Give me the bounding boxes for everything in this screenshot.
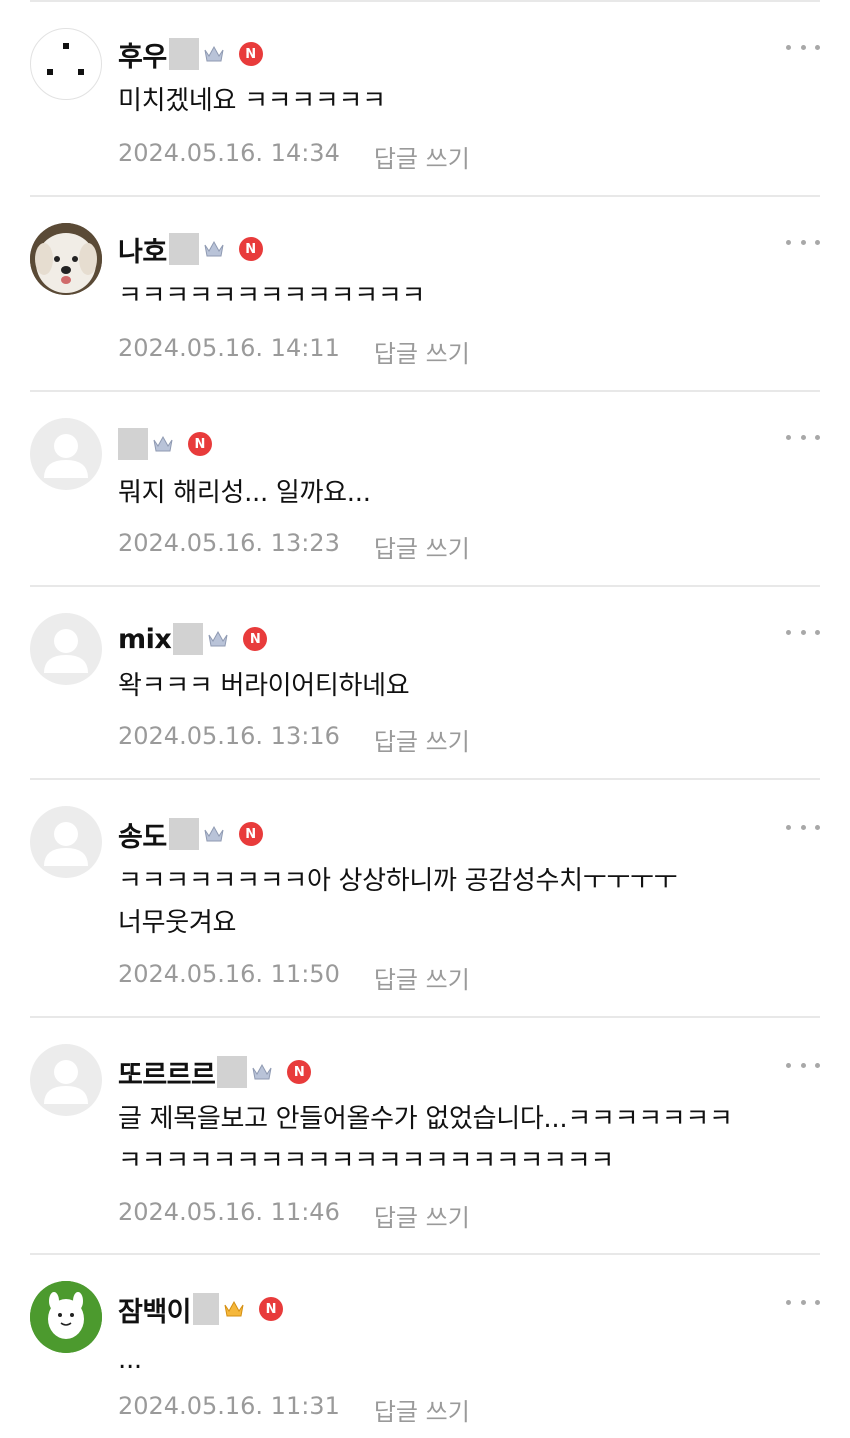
comment-item: 후우 N 미치겠네요 ㅋㅋㅋㅋㅋㅋ 2024.05.16. 14:34 답글 쓰…: [30, 0, 820, 197]
crown-icon: [208, 630, 228, 647]
more-options-button[interactable]: [786, 432, 820, 442]
comment-header: 잠백이 N: [118, 1290, 284, 1329]
blurred-nickname: [173, 623, 204, 655]
comment-header: mix N: [118, 621, 268, 657]
avatar[interactable]: [30, 28, 102, 100]
new-badge: N: [238, 237, 263, 261]
comment-meta: 2024.05.16. 13:23 답글 쓰기: [118, 529, 470, 564]
comment-meta: 2024.05.16. 14:11 답글 쓰기: [118, 334, 470, 369]
new-badge: N: [188, 432, 212, 456]
nickname[interactable]: mix: [118, 624, 172, 655]
comment-item: 또르르르 N 글 제목을보고 안들어올수가 없었습니다...ㅋㅋㅋㅋㅋㅋㅋ ㅋㅋ…: [30, 1016, 820, 1255]
new-badge: N: [238, 822, 263, 846]
avatar[interactable]: [30, 613, 102, 685]
comment-date: 2024.05.16. 13:23: [118, 529, 340, 557]
crown-icon: [204, 240, 224, 257]
dog-avatar-icon: [30, 223, 102, 295]
comment-item: mix N 왁ㅋㅋㅋ 버라이어티하네요 2024.05.16. 13:16 답글…: [30, 585, 820, 780]
comment-date: 2024.05.16. 13:16: [118, 722, 340, 750]
comment-header: 나호 N: [118, 230, 263, 269]
comment-text: 글 제목을보고 안들어올수가 없었습니다...ㅋㅋㅋㅋㅋㅋㅋ ㅋㅋㅋㅋㅋㅋㅋㅋㅋ…: [118, 1104, 733, 1176]
new-badge: N: [287, 1060, 312, 1084]
comment-header: 후우 N: [118, 35, 263, 74]
comment-list: 후우 N 미치겠네요 ㅋㅋㅋㅋㅋㅋ 2024.05.16. 14:34 답글 쓰…: [0, 0, 850, 1436]
default-profile-icon: [44, 1060, 88, 1104]
three-dots-avatar-icon: [47, 43, 84, 75]
nickname[interactable]: 잠백이: [118, 1290, 192, 1329]
comment-date: 2024.05.16. 11:46: [118, 1198, 340, 1226]
crown-icon: [204, 825, 224, 842]
comment-meta: 2024.05.16. 11:46 답글 쓰기: [118, 1198, 470, 1233]
comment-text: ...: [118, 1345, 142, 1375]
comment-text: ㅋㅋㅋㅋㅋㅋㅋㅋ아 상상하니까 공감성수치ㅜㅜㅜㅜ 너무웃겨요: [118, 866, 678, 938]
comment-meta: 2024.05.16. 11:31 답글 쓰기: [118, 1392, 470, 1427]
comment-text: 미치겠네요 ㅋㅋㅋㅋㅋㅋ: [118, 86, 386, 116]
more-options-button[interactable]: [786, 42, 820, 52]
more-options-button[interactable]: [786, 627, 820, 637]
more-options-button[interactable]: [786, 1060, 820, 1070]
comment-item: 송도 N ㅋㅋㅋㅋㅋㅋㅋㅋ아 상상하니까 공감성수치ㅜㅜㅜㅜ 너무웃겨요 202…: [30, 778, 820, 1018]
comment-meta: 2024.05.16. 11:50 답글 쓰기: [118, 960, 470, 995]
reply-button[interactable]: 답글 쓰기: [374, 139, 470, 174]
more-options-button[interactable]: [786, 1297, 820, 1307]
comment-item: 잠백이 N ... 2024.05.16. 11:31 답글 쓰기: [30, 1253, 820, 1438]
blurred-nickname: [217, 1056, 248, 1088]
comment-item: 나호 N ㅋㅋㅋㅋㅋㅋㅋㅋㅋㅋㅋㅋㅋ 2024.05.16. 14:11 답글 …: [30, 195, 820, 392]
blurred-nickname: [193, 1293, 220, 1325]
new-badge: N: [243, 627, 268, 651]
comment-item: N 뭐지 해리성... 일까요... 2024.05.16. 13:23 답글 …: [30, 390, 820, 587]
nickname[interactable]: 후우: [118, 35, 167, 74]
blurred-nickname: [168, 38, 199, 70]
comment-date: 2024.05.16. 11:50: [118, 960, 340, 988]
nickname[interactable]: 송도: [118, 815, 167, 854]
more-options-button[interactable]: [786, 822, 820, 832]
reply-button[interactable]: 답글 쓰기: [374, 1392, 470, 1427]
comment-meta: 2024.05.16. 14:34 답글 쓰기: [118, 139, 470, 174]
comment-date: 2024.05.16. 11:31: [118, 1392, 340, 1420]
comment-header: 또르르르 N: [118, 1053, 312, 1092]
default-profile-icon: [44, 822, 88, 866]
crown-icon: [252, 1063, 272, 1080]
avatar[interactable]: [30, 1044, 102, 1116]
comment-header: N: [118, 426, 212, 462]
avatar[interactable]: [30, 223, 102, 295]
comment-header: 송도 N: [118, 815, 263, 854]
new-badge: N: [238, 42, 263, 66]
comment-date: 2024.05.16. 14:11: [118, 334, 340, 362]
comment-text: ㅋㅋㅋㅋㅋㅋㅋㅋㅋㅋㅋㅋㅋ: [118, 281, 426, 311]
crown-icon: [153, 435, 173, 452]
nickname[interactable]: 또르르르: [118, 1053, 216, 1092]
avatar[interactable]: [30, 806, 102, 878]
crown-icon: [224, 1300, 244, 1317]
avatar[interactable]: [30, 1281, 102, 1353]
default-profile-icon: [44, 629, 88, 673]
more-options-button[interactable]: [786, 237, 820, 247]
blurred-nickname: [168, 233, 199, 265]
avatar[interactable]: [30, 418, 102, 490]
reply-button[interactable]: 답글 쓰기: [374, 960, 470, 995]
reply-button[interactable]: 답글 쓰기: [374, 1198, 470, 1233]
comment-meta: 2024.05.16. 13:16 답글 쓰기: [118, 722, 470, 757]
default-profile-icon: [44, 434, 88, 478]
blurred-nickname: [118, 428, 148, 460]
new-badge: N: [259, 1297, 284, 1321]
reply-button[interactable]: 답글 쓰기: [374, 334, 470, 369]
reply-button[interactable]: 답글 쓰기: [374, 722, 470, 757]
crown-icon: [204, 45, 224, 62]
blurred-nickname: [168, 818, 199, 850]
comment-text: 뭐지 해리성... 일까요...: [118, 478, 371, 508]
reply-button[interactable]: 답글 쓰기: [374, 529, 470, 564]
comment-text: 왁ㅋㅋㅋ 버라이어티하네요: [118, 671, 410, 701]
character-avatar-icon: [30, 1281, 102, 1353]
comment-date: 2024.05.16. 14:34: [118, 139, 340, 167]
nickname[interactable]: 나호: [118, 230, 167, 269]
